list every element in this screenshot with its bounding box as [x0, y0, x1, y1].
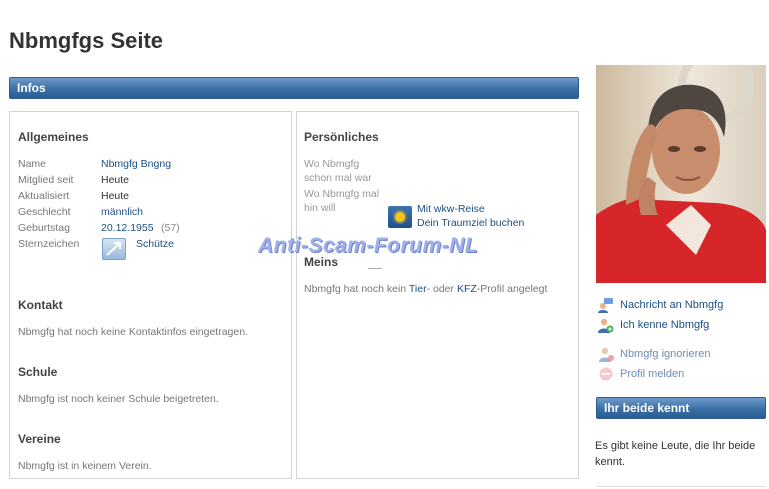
mutual-friends-text: Es gibt keine Leute, die Ihr beide kennt…	[595, 440, 756, 468]
watermark: Anti-Scam-Forum-NL	[258, 234, 479, 257]
know-user-icon	[598, 317, 614, 333]
meins-text-suffix: -Profil angelegt	[476, 283, 548, 295]
zodiac-link[interactable]: Schütze	[136, 238, 174, 250]
info-panel-left: Allgemeines Name Nbmgfg Bngng Mitglied s…	[9, 111, 292, 479]
meins-text: Nbmgfg hat noch kein Tier- oder KFZ-Prof…	[304, 283, 547, 295]
report-icon	[598, 366, 614, 382]
schule-text: Nbmgfg ist noch keiner Schule beigetrete…	[18, 393, 219, 405]
updated-value: Heute	[101, 190, 130, 202]
tier-link[interactable]: Tier	[409, 283, 427, 295]
birthday-link[interactable]: 20.12.1955	[101, 222, 154, 234]
page-title: Nbmgfgs Seite	[9, 28, 164, 53]
wants-to-go-line1: Wo Nbmgfg mal	[304, 188, 380, 200]
meins-text-middle: - oder	[426, 283, 457, 295]
know-user-link[interactable]: Ich kenne Nbmgfg	[620, 317, 709, 333]
member-since-value: Heute	[101, 174, 130, 186]
name-value: Nbmgfg Bngng	[101, 158, 172, 170]
report-profile-link[interactable]: Profil melden	[620, 366, 684, 382]
divider	[368, 268, 382, 269]
wants-to-go-line2: hin will	[304, 202, 336, 214]
gender-label: Geschlecht	[18, 206, 71, 218]
mutual-friends-header-bar: Ihr beide kennt	[596, 397, 766, 419]
birthday-label: Geburtstag	[18, 222, 70, 234]
sun-icon[interactable]	[388, 206, 412, 228]
allgemeines-heading: Allgemeines	[18, 130, 89, 144]
kontakt-text: Nbmgfg hat noch keine Kontaktinfos einge…	[18, 326, 248, 338]
vereine-heading: Vereine	[18, 432, 61, 446]
member-since-label: Mitglied seit	[18, 174, 74, 186]
persoenliches-heading: Persönliches	[304, 130, 379, 144]
divider	[596, 486, 766, 487]
ignore-user-icon	[598, 346, 614, 362]
name-label: Name	[18, 158, 47, 170]
been-there-line2: schon mal war	[304, 172, 372, 184]
zodiac-label: Sternzeichen	[18, 238, 80, 250]
meins-text-prefix: Nbmgfg hat noch kein	[304, 283, 409, 295]
sagittarius-icon	[102, 238, 126, 260]
updated-label: Aktualisiert	[18, 190, 70, 202]
infos-header-bar: Infos	[9, 77, 579, 99]
ad-link-line1[interactable]: Mit wkw-Reise	[417, 203, 485, 215]
ad-link-line2[interactable]: Dein Traumziel buchen	[417, 217, 524, 229]
send-message-link[interactable]: Nachricht an Nbmgfg	[620, 297, 723, 313]
message-user-icon	[598, 297, 614, 313]
kontakt-heading: Kontakt	[18, 298, 63, 312]
vereine-text: Nbmgfg ist in keinem Verein.	[18, 460, 152, 472]
ignore-user-link[interactable]: Nbmgfg ignorieren	[620, 346, 711, 362]
kfz-link[interactable]: KFZ	[457, 283, 477, 295]
schule-heading: Schule	[18, 365, 58, 379]
profile-photo	[596, 65, 766, 283]
age-value: (57)	[161, 222, 180, 234]
info-panel-right: Persönliches Wo Nbmgfg schon mal war Wo …	[296, 111, 579, 479]
gender-link[interactable]: männlich	[101, 206, 143, 218]
been-there-line1: Wo Nbmgfg	[304, 158, 360, 170]
